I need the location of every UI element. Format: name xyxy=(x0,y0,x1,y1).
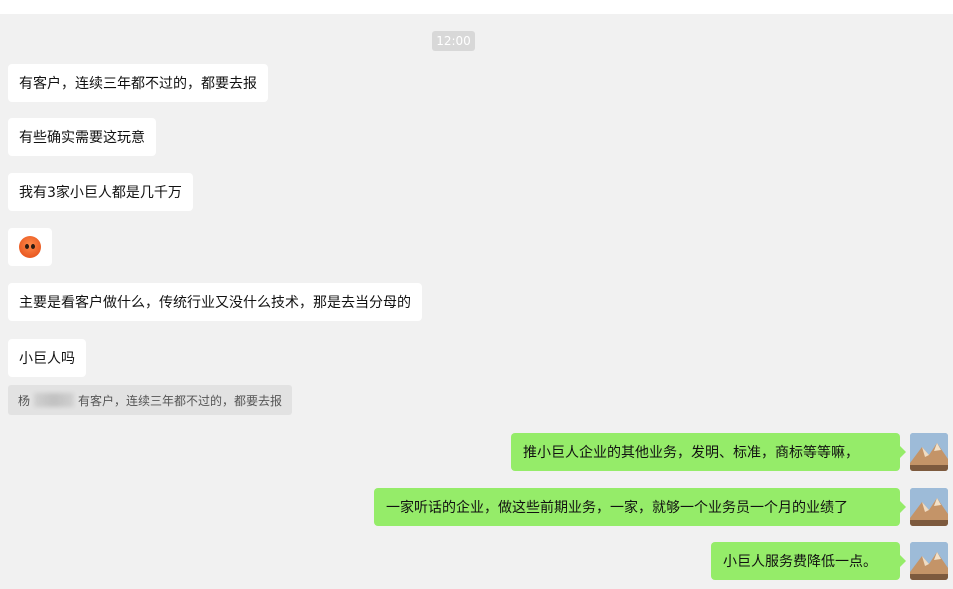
avatar[interactable] xyxy=(910,542,948,580)
outgoing-message[interactable]: 一家听话的企业，做这些前期业务，一家，就够一个业务员一个月的业绩了 xyxy=(374,488,906,526)
message-text: 推小巨人企业的其他业务，发明、标准，商标等等嘛， xyxy=(523,445,859,461)
face-emoji-icon xyxy=(19,236,41,258)
quote-text: 有客户，连续三年都不过的，都要去报 xyxy=(78,393,283,408)
mountain-avatar-icon xyxy=(910,542,948,580)
incoming-message[interactable]: 小巨人吗 xyxy=(8,339,86,377)
message-text: 有些确实需要这玩意 xyxy=(19,130,145,146)
incoming-message[interactable]: 有些确实需要这玩意 xyxy=(8,118,156,156)
incoming-message[interactable]: 我有3家小巨人都是几千万 xyxy=(8,173,193,211)
message-text: 一家听话的企业，做这些前期业务，一家，就够一个业务员一个月的业绩了 xyxy=(386,500,848,516)
incoming-emoji-message[interactable] xyxy=(8,228,52,266)
outgoing-message[interactable]: 小巨人服务费降低一点。 xyxy=(711,542,906,580)
incoming-message[interactable]: 有客户，连续三年都不过的，都要去报 xyxy=(8,64,268,102)
time-divider: 12:00 xyxy=(432,31,475,51)
quoted-message[interactable]: 杨 有客户，连续三年都不过的，都要去报 xyxy=(8,385,292,415)
message-text: 我有3家小巨人都是几千万 xyxy=(19,185,182,201)
message-text: 有客户，连续三年都不过的，都要去报 xyxy=(19,76,257,92)
outgoing-message[interactable]: 推小巨人企业的其他业务，发明、标准，商标等等嘛， xyxy=(511,433,906,471)
mountain-avatar-icon xyxy=(910,433,948,471)
top-strip xyxy=(0,0,953,14)
avatar[interactable] xyxy=(910,433,948,471)
mountain-avatar-icon xyxy=(910,488,948,526)
quote-sender-initial: 杨 xyxy=(18,393,31,408)
message-text: 小巨人服务费降低一点。 xyxy=(723,554,877,570)
avatar[interactable] xyxy=(910,488,948,526)
message-text: 小巨人吗 xyxy=(19,351,75,367)
incoming-message[interactable]: 主要是看客户做什么，传统行业又没什么技术，那是去当分母的 xyxy=(8,283,422,321)
message-text: 主要是看客户做什么，传统行业又没什么技术，那是去当分母的 xyxy=(19,295,411,311)
quote-sender-blur xyxy=(34,393,75,407)
